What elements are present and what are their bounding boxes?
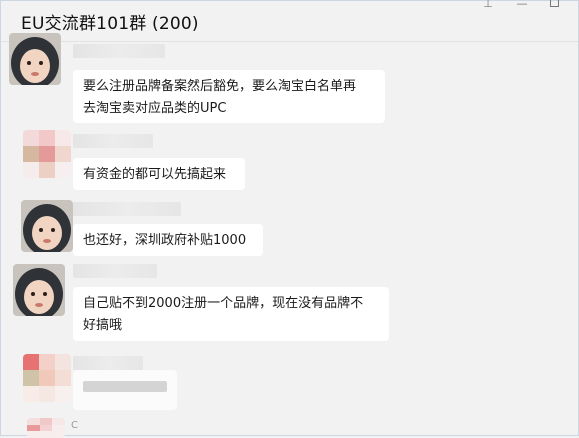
minimize-icon[interactable]: —	[513, 0, 531, 11]
child-hood-icon	[13, 264, 65, 316]
message-text-line: 去淘宝卖对应品类的UPC	[83, 101, 227, 116]
sender-initial: C	[71, 420, 78, 431]
avatar[interactable]	[21, 200, 73, 252]
pin-icon[interactable]: ⊥	[479, 0, 497, 11]
message-bubble[interactable]	[73, 370, 177, 410]
avatar[interactable]	[23, 130, 71, 178]
chat-title: EU交流群101群 (200)	[21, 14, 199, 34]
avatar[interactable]	[27, 418, 65, 438]
message-text-line: 自己贴不到2000注册一个品牌，现在没有品牌不	[83, 296, 364, 311]
sender-name	[73, 202, 181, 216]
sender-name	[73, 134, 153, 148]
sender-name	[73, 44, 165, 58]
child-hood-icon	[21, 200, 73, 252]
message-text-line: 有资金的都可以先搞起来	[83, 167, 227, 182]
child-hood-icon	[9, 33, 61, 85]
redacted-text	[83, 381, 167, 392]
sender-name	[73, 356, 143, 370]
message-text-line: 好搞哦	[83, 318, 123, 333]
message-bubble[interactable]: 自己贴不到2000注册一个品牌，现在没有品牌不 好搞哦	[73, 287, 389, 341]
message-bubble[interactable]: 要么注册品牌备案然后豁免，要么淘宝白名单再 去淘宝卖对应品类的UPC	[73, 70, 385, 123]
message-bubble[interactable]: 有资金的都可以先搞起来	[73, 158, 245, 190]
title-bar: EU交流群101群 (200) ⊥ —	[1, 0, 578, 42]
message-list[interactable]: 要么注册品牌备案然后豁免，要么淘宝白名单再 去淘宝卖对应品类的UPC 有资金的都…	[1, 33, 578, 438]
avatar[interactable]	[23, 354, 71, 402]
sender-name	[73, 264, 157, 278]
avatar[interactable]	[13, 264, 65, 316]
avatar[interactable]	[9, 33, 61, 85]
maximize-icon[interactable]	[545, 0, 563, 11]
message-text-line: 要么注册品牌备案然后豁免，要么淘宝白名单再	[83, 79, 357, 94]
message-text-line: 也还好，深圳政府补贴1000	[83, 233, 247, 248]
message-bubble[interactable]: 也还好，深圳政府补贴1000	[73, 224, 263, 256]
